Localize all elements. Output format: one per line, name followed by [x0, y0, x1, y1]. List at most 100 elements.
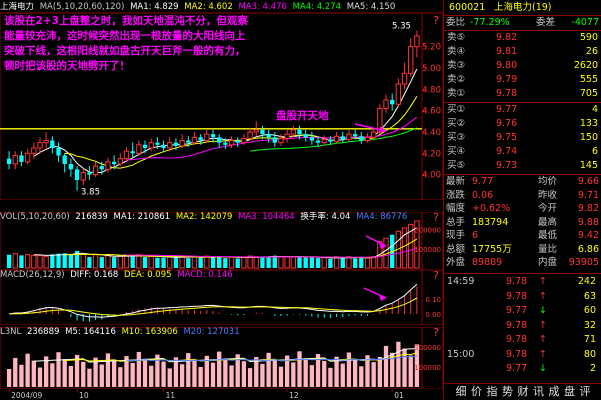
- volume-bar: [123, 254, 130, 269]
- macd-axis-label: 0.00: [425, 311, 441, 319]
- candle-body: [235, 140, 240, 143]
- l3nl-bar: [31, 360, 36, 387]
- volume-bar: [328, 258, 333, 268]
- volume-bar: [92, 254, 99, 269]
- candle-body: [414, 35, 420, 48]
- candle-body: [148, 142, 154, 149]
- stat-label: 最低: [538, 230, 558, 241]
- candle-body: [370, 131, 377, 138]
- candle-body: [290, 129, 296, 135]
- stat-row: 现手 6 最低 9.42: [444, 229, 601, 242]
- tick-price: 9.78: [506, 276, 528, 287]
- l3nl-axis-label: 200000: [414, 344, 441, 352]
- detail-tab[interactable]: 财: [515, 384, 531, 400]
- stat-label: 内盘: [538, 257, 558, 268]
- detail-tab[interactable]: 讯: [531, 384, 547, 400]
- bid-list: 买① 9.77 4 买② 9.76 133 买③ 9.75 150 买④ 9.74 6 买⑤ 9.73 14…: [444, 103, 601, 173]
- ask-price: 9.81: [496, 46, 518, 57]
- candle-body: [19, 155, 24, 162]
- ask-label: 卖①: [447, 88, 466, 99]
- candle-body: [284, 133, 290, 139]
- l3nl-bar: [25, 353, 30, 387]
- ask-label: 卖④: [447, 46, 466, 57]
- candle-body: [155, 142, 160, 145]
- volume-bar: [253, 256, 259, 269]
- detail-tab[interactable]: 盘: [562, 384, 578, 400]
- detail-tab[interactable]: 评: [577, 384, 593, 400]
- volume-bar: [346, 256, 352, 269]
- stat-value: 9.88: [577, 216, 599, 228]
- volume-bar: [167, 255, 173, 269]
- candle-body: [12, 154, 18, 165]
- detail-tab[interactable]: 价: [469, 384, 485, 400]
- bid-row: 买② 9.76 133: [444, 117, 601, 130]
- candle-body: [303, 134, 308, 138]
- l3nl-bar: [99, 364, 104, 387]
- candle-body: [43, 140, 49, 144]
- candle-body: [204, 133, 210, 142]
- tick-volume: 242: [577, 276, 596, 287]
- up-arrow-icon: ↑: [539, 276, 547, 287]
- detail-tab[interactable]: 势: [500, 384, 516, 400]
- weibi-label: 委比: [446, 17, 466, 28]
- tick-row: 9.77 ↓ 60: [444, 304, 601, 318]
- volume-bar: [352, 258, 358, 268]
- tick-row: 14:59 9.78 ↑ 242: [444, 275, 601, 289]
- detail-tab[interactable]: 细: [453, 384, 469, 400]
- stock-title: 上海电力: [0, 2, 35, 12]
- l3nl-bar: [149, 365, 154, 387]
- ask-volume: 590: [579, 32, 598, 43]
- ma-indicator-label[interactable]: MA(5,10,20,60,120): [40, 2, 125, 12]
- l3nl-bar: [198, 366, 203, 387]
- bid-label: 买③: [447, 132, 466, 143]
- vol-ma3: MA3: 104464: [238, 212, 295, 222]
- volume-bar: [62, 253, 67, 268]
- l3nl-label[interactable]: L3NL: [0, 327, 21, 337]
- volume-bar: [117, 255, 123, 269]
- ask-volume: 26: [585, 46, 598, 57]
- volume-bar: [303, 257, 308, 268]
- detail-tab[interactable]: 成: [546, 384, 562, 400]
- l3nl-bar: [352, 359, 358, 387]
- l3nl-bar: [62, 359, 67, 387]
- l3nl-m20: M20: 127031: [183, 327, 240, 337]
- divider: [444, 273, 601, 274]
- detail-tab[interactable]: 指: [484, 384, 500, 400]
- tick-row: 9.78 ↑ 71: [444, 333, 601, 347]
- tick-price: 9.78: [506, 319, 528, 331]
- l3nl-bar: [161, 361, 166, 387]
- vol-ma4: MA4: 86776: [356, 212, 408, 222]
- l3nl-m5: M5: 164116: [65, 327, 116, 337]
- candle-body: [395, 83, 402, 105]
- stat-value: 93905: [568, 257, 599, 268]
- stat-row: 外盘 89889 内盘 93905: [444, 256, 601, 269]
- price-axis-label: 4.00: [422, 171, 441, 181]
- l3nl-bar: [142, 358, 148, 387]
- l3nl-bar: [291, 362, 296, 387]
- bid-label: 买①: [447, 104, 466, 115]
- stat-value: 9.77: [472, 176, 494, 187]
- candle-body: [130, 151, 135, 154]
- low-price-marker: 3.85: [81, 188, 100, 198]
- ask-label: 卖③: [447, 60, 466, 71]
- up-arrow-icon: ↑: [539, 348, 547, 360]
- vol-label[interactable]: VOL(5,10,20,60): [0, 212, 70, 222]
- tick-price: 9.78: [506, 290, 528, 302]
- stat-label: 总手: [446, 216, 466, 228]
- l3nl-bar: [266, 352, 271, 387]
- l3nl-bar: [118, 367, 123, 387]
- stock-name: 上海电力(19): [494, 2, 552, 13]
- bid-price: 9.77: [496, 104, 518, 115]
- l3nl-bar: [56, 352, 61, 387]
- stat-label: 幅度: [446, 203, 466, 214]
- volume-bar: [80, 253, 86, 269]
- ask-row: 卖③ 9.80 2620: [444, 59, 601, 72]
- ask-volume: 2620: [573, 60, 598, 71]
- ask-volume: 705: [579, 88, 598, 99]
- bid-volume: 150: [579, 132, 598, 143]
- candle-body: [105, 161, 111, 170]
- stat-row: 幅度 +0.62% 今开 9.82: [444, 202, 601, 215]
- macd-label[interactable]: MACD(26,12,9): [0, 270, 65, 280]
- stat-label: 现手: [446, 230, 466, 241]
- candle-body: [68, 164, 74, 170]
